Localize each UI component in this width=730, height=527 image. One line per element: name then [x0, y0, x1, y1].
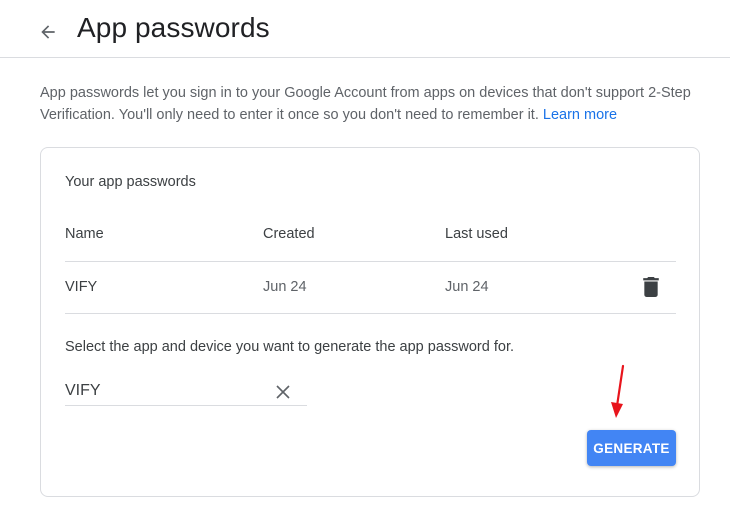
row-created: Jun 24	[263, 279, 307, 295]
app-name-input[interactable]	[65, 378, 265, 404]
page-description: App passwords let you sign in to your Go…	[40, 82, 700, 126]
table-divider-bottom	[65, 313, 676, 314]
app-passwords-card: Your app passwords Name Created Last use…	[40, 147, 700, 497]
trash-icon	[643, 277, 659, 297]
page-title: App passwords	[77, 12, 270, 43]
column-header-last-used: Last used	[445, 226, 508, 242]
learn-more-link[interactable]: Learn more	[543, 107, 617, 123]
row-last-used: Jun 24	[445, 279, 489, 295]
card-heading: Your app passwords	[65, 174, 196, 190]
back-button[interactable]	[34, 18, 62, 46]
app-passwords-page: App passwords App passwords let you sign…	[0, 0, 730, 527]
generate-button[interactable]: GENERATE	[587, 430, 676, 466]
delete-password-button[interactable]	[641, 276, 661, 298]
table-divider-top	[65, 261, 676, 262]
clear-input-button[interactable]	[272, 381, 294, 403]
arrow-left-icon	[41, 25, 55, 39]
column-header-created: Created	[263, 226, 315, 242]
select-app-label: Select the app and device you want to ge…	[65, 339, 514, 355]
close-icon	[276, 385, 290, 399]
column-header-name: Name	[65, 226, 104, 242]
red-arrow-annotation	[611, 364, 625, 418]
app-name-field	[65, 378, 307, 406]
row-name: VIFY	[65, 279, 98, 295]
page-header: App passwords	[0, 0, 730, 58]
